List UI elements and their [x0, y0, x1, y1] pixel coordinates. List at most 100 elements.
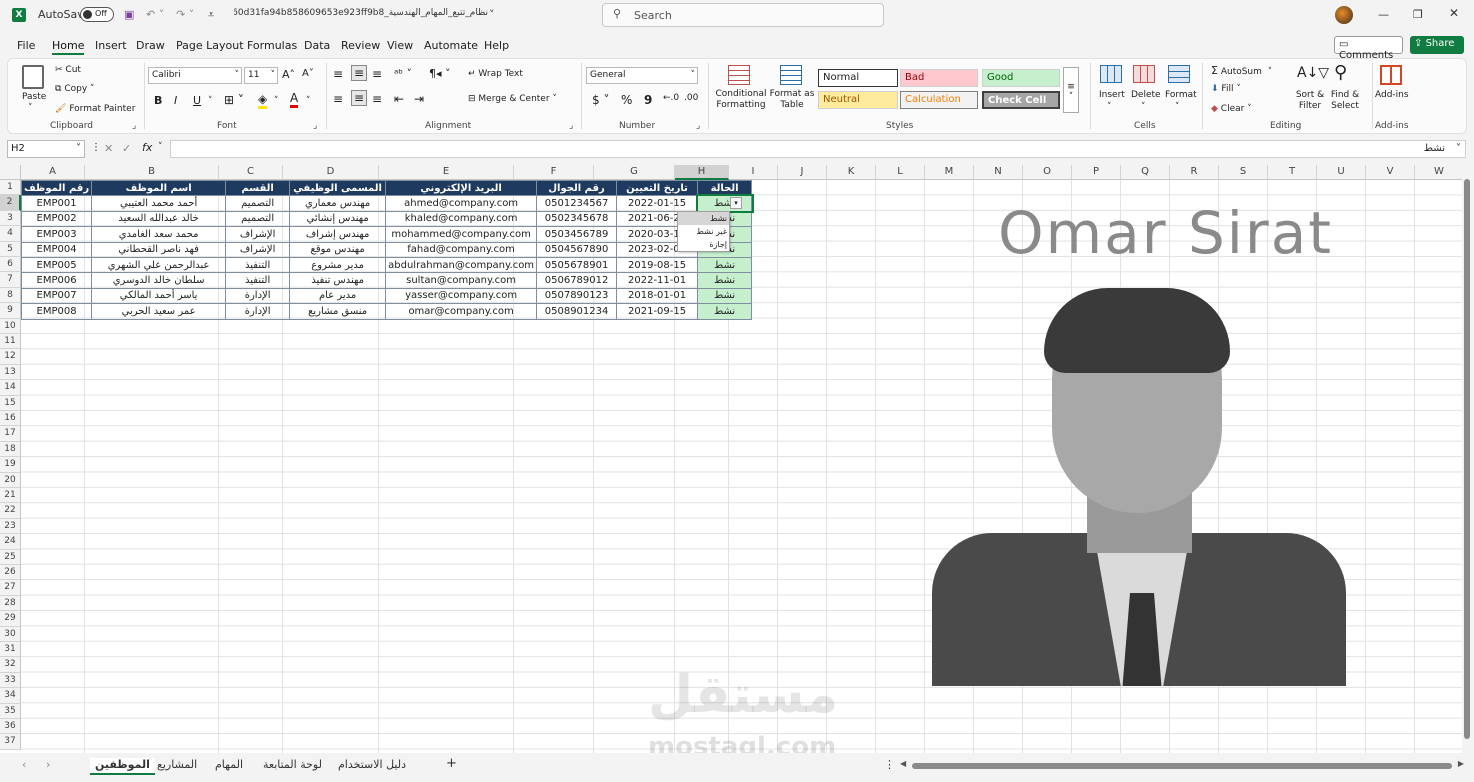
column-title[interactable]: المسمى الوظيفي [289, 179, 387, 197]
style-normal[interactable]: Normal [818, 69, 898, 87]
chevron-down-icon[interactable]: ˅ [1141, 102, 1146, 112]
style-calculation[interactable]: Calculation [900, 91, 978, 109]
insert-cells-icon[interactable] [1100, 65, 1122, 83]
delete-cells-label[interactable]: Delete [1131, 90, 1161, 100]
menu-home[interactable]: Home [52, 39, 85, 55]
table-cell[interactable]: التنفيذ [225, 256, 291, 274]
add-ins-icon[interactable] [1380, 65, 1402, 85]
column-title[interactable]: رقم الجوال [536, 179, 618, 197]
row-header[interactable]: 26 [0, 565, 21, 581]
horizontal-scrollbar[interactable]: ◀ ▶ [900, 759, 1464, 771]
enter-icon[interactable]: ✓ [122, 142, 131, 155]
row-header[interactable]: 17 [0, 426, 21, 442]
table-cell[interactable]: 0506789012 [536, 272, 618, 289]
add-ins-label[interactable]: Add-ins [1375, 90, 1409, 100]
delete-cells-icon[interactable] [1133, 65, 1155, 83]
next-sheet-icon[interactable]: › [46, 758, 50, 771]
font-name-select[interactable]: Calibri ˅ [148, 67, 242, 84]
column-header[interactable]: G [594, 165, 675, 180]
column-header[interactable]: E [379, 165, 514, 180]
column-title[interactable]: اسم الموظف [91, 179, 227, 197]
align-right-icon[interactable]: ≡ [372, 92, 382, 106]
row-header[interactable]: 27 [0, 580, 21, 596]
fill-color-chevron-icon[interactable]: ˅ [274, 96, 279, 106]
scroll-thumb[interactable] [912, 763, 1452, 769]
decrease-indent-icon[interactable]: ⇤ [394, 92, 404, 106]
status-cell[interactable]: نشط [695, 193, 754, 214]
row-header[interactable]: 21 [0, 488, 21, 504]
dropdown-option[interactable]: إجازة [678, 238, 729, 251]
autosum-button[interactable]: Σ AutoSum ˅ [1211, 64, 1272, 77]
borders-icon[interactable]: ⊞ ˅ [224, 93, 244, 107]
increase-font-icon[interactable]: A˄ [282, 68, 295, 81]
row-header[interactable]: 14 [0, 380, 21, 396]
row-header[interactable]: 9 [0, 303, 21, 319]
column-header[interactable]: S [1219, 165, 1268, 180]
format-cells-label[interactable]: Format [1165, 90, 1197, 100]
column-header[interactable]: O [1023, 165, 1072, 180]
search-box[interactable]: ⚲ Search [602, 3, 884, 27]
table-cell[interactable]: مهندس إشراف [289, 226, 387, 243]
table-cell[interactable]: sultan@company.com [385, 272, 538, 289]
table-cell[interactable]: EMP007 [20, 287, 93, 305]
row-header[interactable]: 1 [0, 180, 21, 196]
menu-view[interactable]: View [387, 39, 413, 52]
column-header[interactable]: U [1317, 165, 1366, 180]
increase-decimal-icon[interactable]: ←.0 [663, 93, 679, 103]
menu-formulas[interactable]: Formulas [247, 39, 297, 52]
percent-button[interactable]: % [621, 93, 632, 107]
status-cell[interactable]: نشط [697, 287, 753, 305]
worksheet-grid[interactable]: ABCDEFGHIJKLMNOPQRSTUVW 1 2 3 4 5 6 7 8 9 10 11 12 1… [0, 165, 1462, 753]
row-header[interactable]: 11 [0, 334, 21, 350]
table-cell[interactable]: 0504567890 [536, 241, 618, 258]
sheet-tab-dashboard[interactable]: لوحة المتابعة [263, 758, 322, 771]
table-cell[interactable]: 0505678901 [536, 256, 618, 274]
customize-icon[interactable]: ⩡ [208, 8, 214, 22]
number-format-select[interactable]: General ˅ [586, 67, 698, 84]
column-header[interactable]: M [925, 165, 974, 180]
chevron-down-icon[interactable]: ˅ [1456, 143, 1461, 154]
column-header[interactable]: R [1170, 165, 1219, 180]
table-cell[interactable]: EMP003 [20, 226, 93, 243]
style-neutral[interactable]: Neutral [818, 91, 898, 109]
row-header[interactable]: 29 [0, 611, 21, 627]
find-select-label[interactable]: Find & Select [1327, 90, 1363, 112]
cut-button[interactable]: ✂ Cut [55, 65, 81, 75]
prev-sheet-icon[interactable]: ‹ [22, 758, 26, 771]
column-header[interactable]: C [219, 165, 283, 180]
column-header[interactable]: W [1415, 165, 1462, 180]
paste-icon[interactable] [22, 65, 44, 89]
row-header[interactable]: 24 [0, 534, 21, 550]
column-header[interactable]: A [21, 165, 85, 180]
table-cell[interactable]: محمد سعد الغامدي [91, 226, 227, 243]
table-cell[interactable]: منسق مشاريع [289, 303, 387, 320]
column-title[interactable]: تاريخ التعيين [616, 179, 699, 197]
underline-button[interactable]: U [193, 94, 201, 107]
table-cell[interactable]: 0507890123 [536, 287, 618, 305]
sort-filter-label[interactable]: Sort & Filter [1294, 90, 1326, 112]
row-header[interactable]: 5 [0, 241, 21, 257]
underline-chevron-icon[interactable]: ˅ [208, 96, 213, 106]
scroll-left-icon[interactable]: ◀ [900, 759, 906, 768]
column-header[interactable]: H [675, 165, 729, 180]
format-as-table-label[interactable]: Format as Table [768, 89, 816, 111]
align-middle-icon[interactable]: ≡ [351, 65, 368, 81]
row-header[interactable]: 28 [0, 595, 21, 612]
save-icon[interactable]: ▣ [124, 8, 134, 21]
table-cell[interactable]: ahmed@company.com [385, 195, 538, 212]
format-painter-button[interactable]: 🖌 Format Painter [55, 104, 135, 114]
table-cell[interactable]: khaled@company.com [385, 210, 538, 228]
column-header[interactable]: D [283, 165, 379, 180]
font-size-select[interactable]: 11 ˅ [244, 67, 278, 84]
conditional-formatting-label[interactable]: Conditional Formatting [711, 89, 771, 111]
vertical-scrollbar[interactable] [1462, 165, 1474, 753]
column-header[interactable]: T [1268, 165, 1317, 180]
insert-cells-label[interactable]: Insert [1099, 90, 1125, 100]
bold-button[interactable]: B [154, 94, 162, 107]
italic-button[interactable]: I [174, 94, 177, 107]
table-cell[interactable]: 0501234567 [536, 195, 618, 212]
more-options-icon[interactable]: ⋮ [884, 758, 895, 771]
fill-color-icon[interactable]: ◈ [258, 92, 268, 109]
row-header[interactable]: 2 [0, 195, 21, 211]
minimize-icon[interactable]: — [1378, 8, 1389, 21]
